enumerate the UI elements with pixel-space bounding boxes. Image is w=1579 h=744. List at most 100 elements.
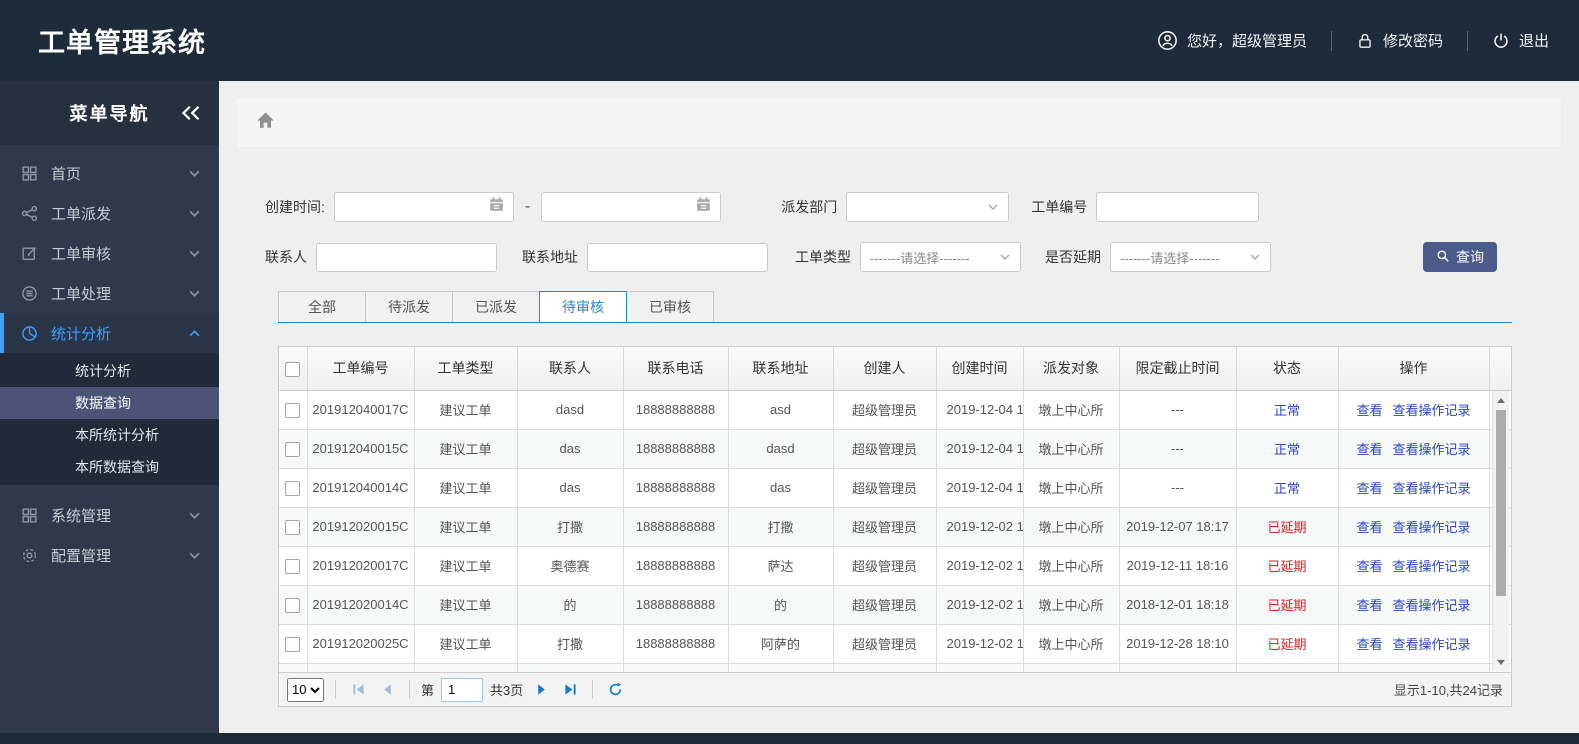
prev-page-button[interactable] <box>376 679 398 701</box>
create-time-end-input[interactable] <box>541 192 722 222</box>
lock-icon <box>1356 32 1374 50</box>
view-log-link[interactable]: 查看操作记录 <box>1393 442 1471 457</box>
cell-status: 正常 <box>1236 429 1339 469</box>
submenu-item-local-statistics[interactable]: 本所统计分析 <box>0 419 219 451</box>
col-order-type: 工单类型 <box>414 347 518 391</box>
cell-phone: 18888888888 <box>623 429 729 469</box>
order-no-input[interactable] <box>1096 192 1260 222</box>
vertical-scrollbar[interactable] <box>1492 391 1509 671</box>
search-button-label: 查询 <box>1456 249 1484 265</box>
tab-pending-review[interactable]: 待审核 <box>539 291 627 323</box>
cell-order-no: 201912020014C <box>307 585 415 625</box>
tab-reviewed[interactable]: 已审核 <box>626 291 714 322</box>
cell-created: 2019-12-02 17 <box>936 546 1024 586</box>
cell-type: 建议工单 <box>414 546 518 586</box>
sidebar-item-label: 首页 <box>51 165 82 183</box>
cell-type: 建议工单 <box>414 585 518 625</box>
view-log-link[interactable]: 查看操作记录 <box>1393 559 1471 574</box>
view-link[interactable]: 查看 <box>1356 559 1382 574</box>
view-link[interactable]: 查看 <box>1356 598 1382 613</box>
sidebar-menu: 首页 工单派发 工单审核 工单处理 统计分析 统计分析 数据查询 本所统计分析 <box>0 145 219 575</box>
row-checkbox[interactable] <box>285 519 301 535</box>
collapse-sidebar-icon[interactable] <box>181 105 201 121</box>
submenu-item-data-query[interactable]: 数据查询 <box>0 387 219 419</box>
cell-address: das <box>728 468 834 508</box>
tab-all[interactable]: 全部 <box>278 291 366 322</box>
calendar-icon[interactable] <box>488 196 505 218</box>
chevron-down-icon <box>188 247 201 260</box>
create-time-start-input[interactable] <box>333 192 514 222</box>
view-link[interactable]: 查看 <box>1356 481 1382 496</box>
col-blank <box>1489 347 1511 391</box>
address-input[interactable] <box>587 242 768 272</box>
page-number-input[interactable] <box>441 677 484 702</box>
refresh-button[interactable] <box>604 679 626 701</box>
row-checkbox-cell <box>279 429 308 469</box>
submenu-item-local-data-query[interactable]: 本所数据查询 <box>0 451 219 483</box>
submenu-item-statistics[interactable]: 统计分析 <box>0 355 219 387</box>
table-row: 201912020017C 建议工单 奥德赛 18888888888 萨达 超级管理员 20… <box>279 546 1511 586</box>
delay-select[interactable]: -------请选择------- <box>1110 242 1271 272</box>
search-button[interactable]: 查询 <box>1423 242 1497 272</box>
cell-status: 已延期 <box>1236 546 1339 586</box>
view-link[interactable]: 查看 <box>1356 637 1382 652</box>
breadcrumb <box>236 97 1562 148</box>
tab-pending-dispatch[interactable]: 待派发 <box>365 291 453 322</box>
sidebar-item-review[interactable]: 工单审核 <box>0 233 219 273</box>
row-checkbox[interactable] <box>285 441 301 457</box>
cell-order-no: 201912020015C <box>307 507 415 547</box>
view-link[interactable]: 查看 <box>1356 520 1382 535</box>
page-size-select[interactable]: 10 <box>287 677 324 702</box>
row-checkbox[interactable] <box>285 636 301 652</box>
view-log-link[interactable]: 查看操作记录 <box>1393 403 1471 418</box>
cell-target: 墩上中心所 <box>1023 585 1120 625</box>
sidebar-item-dispatch[interactable]: 工单派发 <box>0 193 219 233</box>
home-icon[interactable] <box>256 111 275 134</box>
calendar-icon[interactable] <box>695 196 712 218</box>
row-checkbox-cell <box>279 390 308 430</box>
change-password-link[interactable]: 修改密码 <box>1356 30 1443 51</box>
tab-dispatched[interactable]: 已派发 <box>452 291 540 322</box>
cell-actions: 查看 查看操作记录 <box>1338 429 1490 469</box>
view-log-link[interactable]: 查看操作记录 <box>1393 520 1471 535</box>
sidebar-item-statistics[interactable]: 统计分析 <box>0 313 219 353</box>
last-page-button[interactable] <box>559 679 581 701</box>
view-log-link[interactable]: 查看操作记录 <box>1393 637 1471 652</box>
scroll-down-icon[interactable] <box>1493 654 1509 670</box>
next-page-button[interactable] <box>530 679 552 701</box>
dispatch-dept-select[interactable] <box>846 192 1010 222</box>
first-page-button[interactable] <box>347 679 369 701</box>
cell-contact: 打撒 <box>517 624 624 664</box>
cell-actions: 查看 查看操作记录 <box>1338 468 1490 508</box>
row-checkbox[interactable] <box>285 402 301 418</box>
select-all-checkbox[interactable] <box>285 361 301 377</box>
sidebar-item-process[interactable]: 工单处理 <box>0 273 219 313</box>
create-time-label: 创建时间: <box>265 199 325 215</box>
chevron-down-icon <box>188 549 201 562</box>
row-checkbox[interactable] <box>285 558 301 574</box>
contact-input[interactable] <box>316 242 497 272</box>
view-link[interactable]: 查看 <box>1356 403 1382 418</box>
view-log-link[interactable]: 查看操作记录 <box>1393 481 1471 496</box>
logout-link[interactable]: 退出 <box>1492 30 1549 51</box>
sidebar-item-home[interactable]: 首页 <box>0 153 219 193</box>
cell-address: 萨达 <box>728 546 834 586</box>
row-checkbox[interactable] <box>285 597 301 613</box>
user-greeting[interactable]: 您好，超级管理员 <box>1157 30 1307 51</box>
cell-type: 建议工单 <box>414 390 518 430</box>
scrollbar-thumb[interactable] <box>1496 410 1506 596</box>
status-tabs: 全部 待派发 已派发 待审核 已审核 <box>278 291 1512 323</box>
chevron-down-icon <box>999 251 1011 263</box>
sidebar-item-config[interactable]: 配置管理 <box>0 535 219 575</box>
cell-target: 墩上中心所 <box>1023 390 1120 430</box>
cell-type: 建议工单 <box>414 429 518 469</box>
cell-status: 正常 <box>1236 468 1339 508</box>
row-checkbox[interactable] <box>285 480 301 496</box>
view-log-link[interactable]: 查看操作记录 <box>1393 598 1471 613</box>
sidebar-item-system[interactable]: 系统管理 <box>0 495 219 535</box>
order-type-select[interactable]: -------请选择------- <box>860 242 1021 272</box>
cell-contact: 打撒 <box>517 507 624 547</box>
scroll-up-icon[interactable] <box>1493 392 1509 408</box>
view-link[interactable]: 查看 <box>1356 442 1382 457</box>
statistics-submenu: 统计分析 数据查询 本所统计分析 本所数据查询 <box>0 353 219 485</box>
